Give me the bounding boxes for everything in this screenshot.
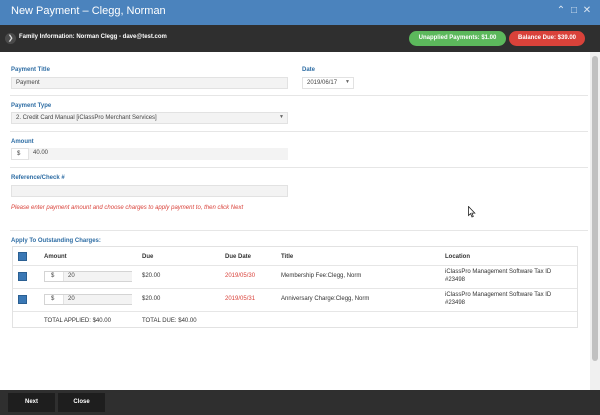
amount-input-group[interactable]: $ 40.00 [11,148,288,160]
column-header-title: Title [281,254,294,260]
row-due: $20.00 [142,296,161,302]
close-button[interactable]: Close [58,393,105,412]
separator [10,167,588,168]
row-divider [13,311,577,312]
column-header-due-date: Due Date [225,254,252,260]
row-amount-input-group[interactable]: $ 20 [44,271,132,282]
total-applied: TOTAL APPLIED: $40.00 [44,318,111,324]
row-currency: $ [51,296,55,302]
date-dropdown-icon[interactable]: ▼ [345,79,350,85]
amount-currency: $ [17,151,21,157]
row-checkbox[interactable] [18,295,27,304]
mouse-cursor-icon [468,206,476,218]
payment-type-select[interactable]: 2. Credit Card Manual [iClassPro Merchan… [11,112,288,124]
row-due: $20.00 [142,273,161,279]
balance-due-badge[interactable]: Balance Due: $39.00 [509,31,585,46]
payment-title-input[interactable]: Payment [11,77,288,89]
row-location-line1: iClassPro Management Software Tax ID [445,269,552,275]
maximize-icon[interactable]: □ [569,5,579,17]
row-due-date: 2019/05/30 [225,273,256,279]
charges-heading: Apply To Outstanding Charges: [11,238,101,244]
window-title: New Payment – Clegg, Norman [11,5,166,17]
payment-type-label: Payment Type [11,103,52,109]
row-amount-input-group[interactable]: $ 20 [44,294,132,305]
amount-label: Amount [11,139,34,145]
footer-bar: Next Close [0,390,600,415]
separator [10,95,588,96]
date-label: Date [302,67,316,73]
instruction-warning: Please enter payment amount and choose c… [11,205,244,211]
window-titlebar: New Payment – Clegg, Norman ⌃ □ ✕ [0,0,600,25]
row-title: Membership Fee:Clegg, Norm [281,273,362,279]
payment-type-dropdown-icon[interactable]: ▼ [279,114,284,120]
collapse-icon[interactable]: ⌃ [556,5,566,17]
family-info-bar: ❯ Family Information: Norman Clegg - dav… [0,25,600,52]
row-location-line1: iClassPro Management Software Tax ID [445,292,552,298]
close-icon[interactable]: ✕ [582,5,592,17]
next-button[interactable]: Next [8,393,55,412]
payment-title-label: Payment Title [11,67,50,73]
chevron-right-icon[interactable]: ❯ [5,33,16,44]
separator [10,230,588,231]
row-checkbox[interactable] [18,272,27,281]
reference-label: Reference/Check # [11,175,65,181]
row-due-date: 2019/05/31 [225,296,256,302]
payment-type-value: 2. Credit Card Manual [iClassPro Merchan… [16,115,157,121]
date-value: 2019/06/17 [307,80,338,86]
row-amount-input[interactable]: 20 [63,295,132,304]
column-header-due: Due [142,254,154,260]
row-divider [13,265,577,266]
total-due: TOTAL DUE: $40.00 [142,318,197,324]
column-header-location: Location [445,254,470,260]
amount-input[interactable]: 40.00 [28,148,288,160]
scrollbar-thumb[interactable] [592,56,598,361]
family-information: Family Information: Norman Clegg - dave@… [19,34,167,40]
column-header-amount: Amount [44,254,67,260]
row-title: Anniversary Charge:Clegg, Norm [281,296,370,302]
row-location-line2: #23498 [445,300,466,306]
row-location-line2: #23498 [445,277,466,283]
charges-table [12,246,578,328]
select-all-checkbox[interactable] [18,252,27,261]
reference-input[interactable] [11,185,288,197]
row-currency: $ [51,273,55,279]
separator [10,131,588,132]
row-amount-input[interactable]: 20 [63,272,132,281]
unapplied-payments-badge[interactable]: Unapplied Payments: $1.00 [409,31,506,46]
row-divider [13,288,577,289]
